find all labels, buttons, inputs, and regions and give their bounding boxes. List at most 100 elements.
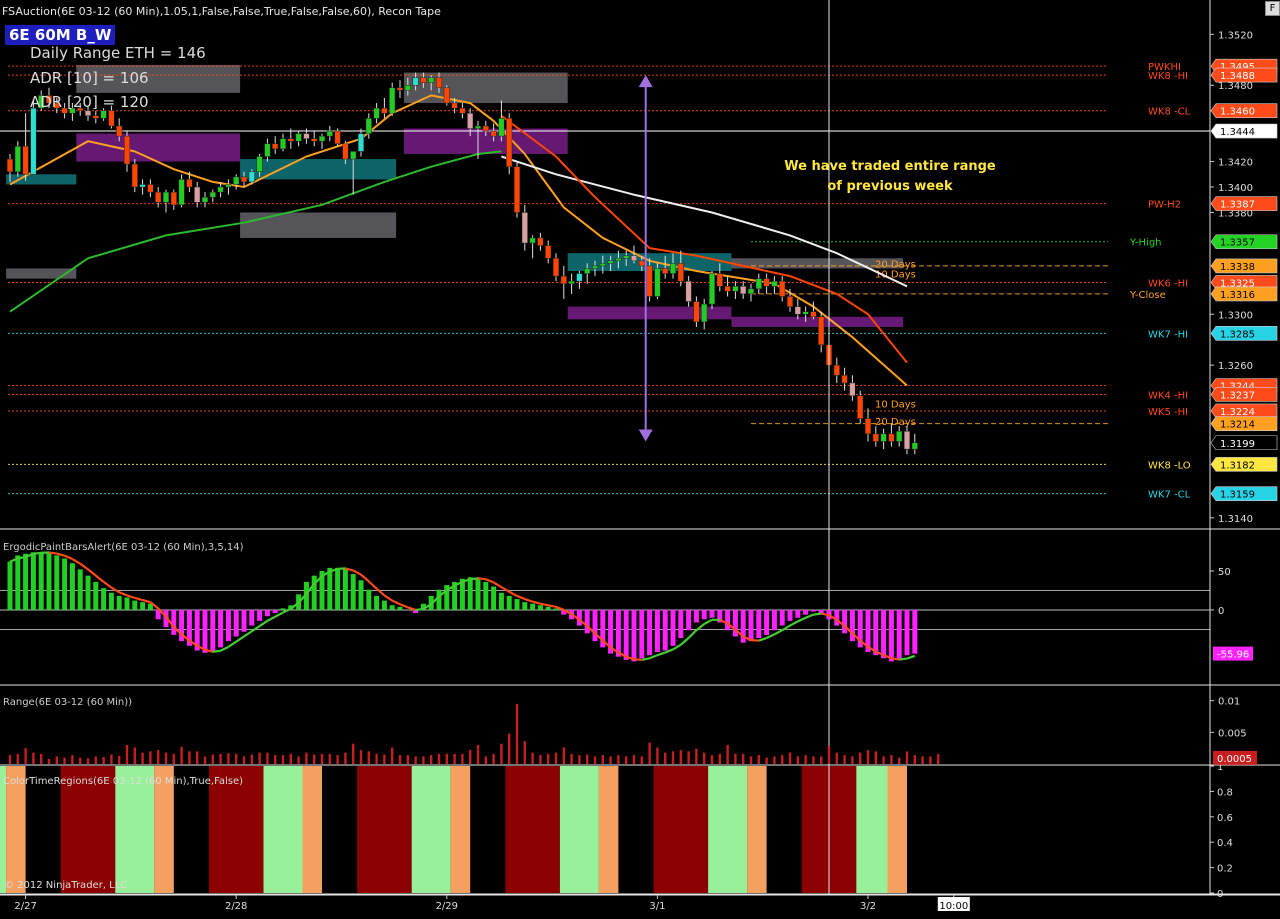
range-bar — [804, 755, 807, 764]
range-bar — [781, 755, 784, 764]
price-tag: 1.3199 — [1210, 435, 1278, 451]
range-bar — [788, 752, 792, 764]
price-tag-label: 1.3224 — [1220, 407, 1255, 418]
price-tag: 1.3182 — [1210, 457, 1278, 472]
ergodic-bar — [342, 569, 348, 610]
range-bar — [398, 755, 402, 764]
range-bar — [508, 733, 511, 764]
ergodic-bar — [101, 588, 107, 610]
candle-body — [732, 286, 739, 292]
price-tag-label: 1.3199 — [1220, 439, 1255, 450]
range-bar — [250, 754, 253, 764]
ergodic-bar — [93, 581, 99, 610]
price-tag-label: 1.3159 — [1220, 490, 1255, 501]
candle-body — [350, 151, 357, 160]
ergodic-bar — [124, 597, 130, 610]
range-bar — [71, 755, 74, 764]
price-tag-label: 1.3387 — [1220, 200, 1255, 211]
ergodic-bar — [686, 609, 692, 631]
range-bar — [835, 752, 838, 764]
range-bar — [640, 756, 643, 764]
range-bar — [664, 752, 667, 764]
ergodic-bar — [15, 555, 21, 610]
ergodic-bar — [350, 574, 356, 610]
range-bar — [344, 752, 347, 764]
range-bar — [757, 755, 760, 764]
candle-body — [365, 118, 372, 134]
regions-tick-label: 0.6 — [1217, 813, 1233, 824]
range-bar — [648, 742, 651, 764]
candle-body — [474, 125, 482, 129]
range-bar — [94, 756, 97, 764]
candle-body — [794, 306, 801, 315]
candle-body — [833, 364, 840, 376]
ergodic-bar — [779, 609, 785, 626]
range-panel-label: Range(6E 03-12 (60 Min)) — [3, 697, 133, 708]
range-bar — [211, 754, 214, 764]
candle-body — [482, 125, 489, 132]
ergodic-signal-segment — [820, 612, 830, 617]
range-bar — [102, 757, 105, 764]
level-name: WK8 -CL — [1148, 107, 1191, 118]
candle-body — [100, 110, 107, 119]
range-bar — [188, 751, 191, 764]
range-bar — [656, 747, 659, 764]
range-bar — [16, 753, 19, 764]
range-bar — [164, 752, 168, 764]
candle-body — [872, 433, 879, 442]
range-bar — [539, 755, 542, 764]
annotation-line-2: of previous week — [827, 179, 953, 194]
zone-purple — [76, 133, 241, 162]
candle-body — [225, 184, 232, 188]
range-bar — [937, 753, 940, 764]
range-bar — [710, 755, 714, 764]
range-bar — [905, 751, 909, 764]
price-tag: 1.3488 — [1210, 67, 1278, 83]
instrument-label[interactable]: 6E 60M B_W — [5, 25, 116, 45]
candle-body — [615, 258, 622, 262]
candle-body — [763, 278, 770, 287]
ergodic-bar — [514, 599, 520, 610]
ergodic-bar — [545, 606, 551, 610]
candle-body — [295, 133, 302, 142]
price-tag: 1.3387 — [1210, 196, 1278, 211]
ergodic-tick-label: 0 — [1218, 606, 1224, 617]
candle-body — [716, 273, 723, 287]
chart-title: FSAuction(6E 03-12 (60 Min),1.05,1,False… — [2, 5, 441, 18]
time-region — [747, 766, 767, 893]
candle-body — [584, 268, 591, 274]
corner-f-button[interactable]: F — [1265, 1, 1280, 16]
candle-body — [459, 107, 466, 114]
range-bar — [258, 752, 261, 764]
range-bar — [866, 750, 870, 764]
time-region — [598, 766, 619, 893]
time-region — [708, 766, 748, 893]
ergodic-bar — [7, 561, 13, 610]
ergodic-bar — [709, 609, 715, 618]
ergodic-bar — [327, 567, 333, 610]
candle-body — [404, 84, 411, 91]
range-bar — [149, 751, 152, 764]
price-tag-label: 1.3285 — [1220, 329, 1255, 340]
range-bar — [742, 753, 745, 764]
time-region — [887, 766, 907, 893]
ergodic-bar — [241, 609, 247, 632]
ergodic-bar — [46, 553, 52, 610]
ergodic-bar — [116, 595, 122, 610]
range-bar — [328, 753, 331, 764]
range-bar — [266, 752, 269, 764]
range-bar — [617, 755, 620, 764]
range-bar — [531, 752, 534, 764]
time-region — [856, 766, 888, 893]
ergodic-bar — [654, 609, 660, 653]
range-bar — [391, 747, 394, 764]
range-bar — [874, 751, 877, 764]
level-name: WK4 -HI — [1148, 390, 1188, 401]
price-tag: 1.3316 — [1210, 286, 1278, 302]
candle-body — [849, 382, 856, 396]
candle-body — [669, 263, 677, 274]
ergodic-bar — [210, 609, 216, 653]
range-bar — [359, 750, 363, 764]
range-bar — [586, 754, 589, 764]
ergodic-bar — [335, 567, 341, 610]
